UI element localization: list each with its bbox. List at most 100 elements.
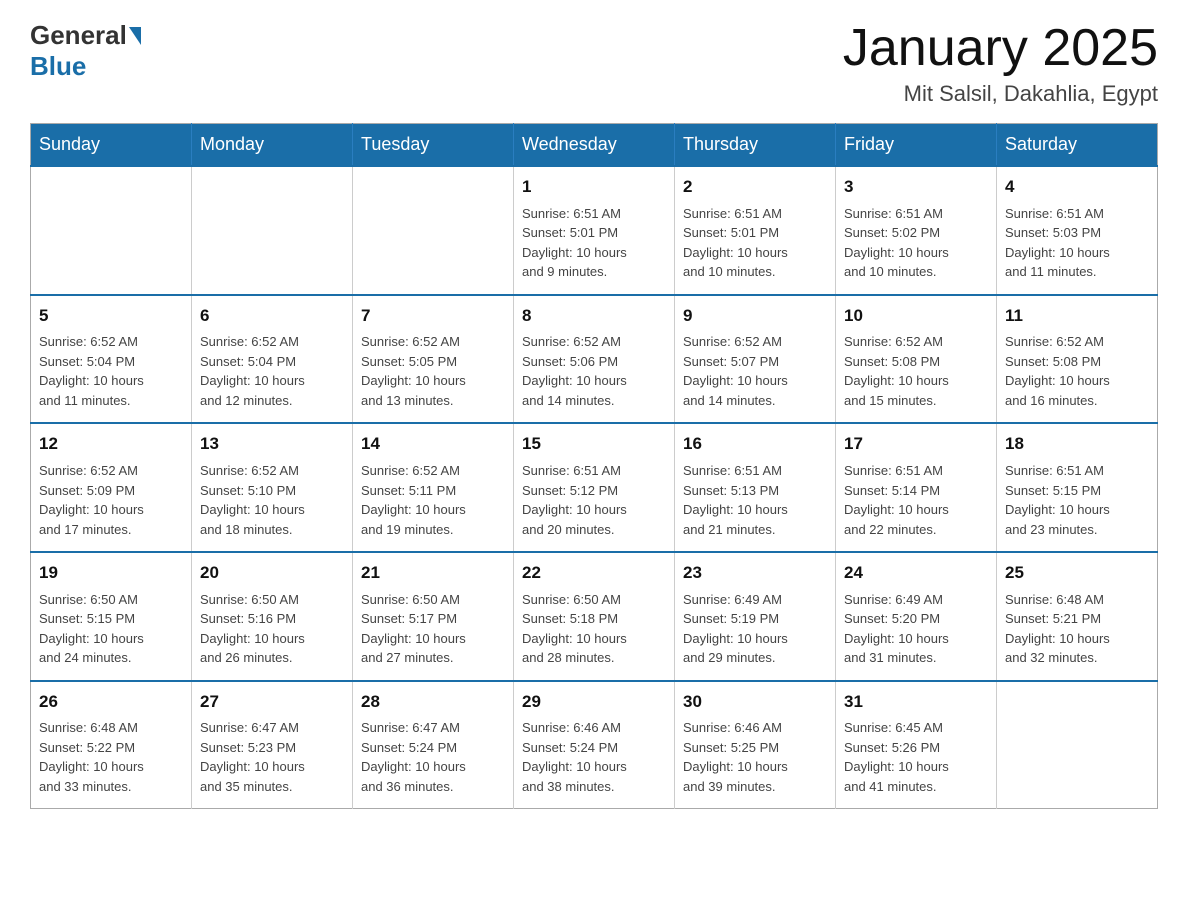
day-info: Sunrise: 6:52 AM Sunset: 5:11 PM Dayligh… — [361, 461, 505, 539]
day-number: 17 — [844, 432, 988, 457]
calendar-cell: 30 Sunrise: 6:46 AM Sunset: 5:25 PM Dayli… — [675, 681, 836, 809]
day-info: Sunrise: 6:48 AM Sunset: 5:21 PM Dayligh… — [1005, 590, 1149, 668]
day-number: 29 — [522, 690, 666, 715]
day-info: Sunrise: 6:51 AM Sunset: 5:01 PM Dayligh… — [522, 204, 666, 282]
calendar-week-row: 26Sunrise: 6:48 AM Sunset: 5:22 PM Dayli… — [31, 681, 1158, 809]
calendar-cell: 18 Sunrise: 6:51 AM Sunset: 5:15 PM Dayli… — [997, 423, 1158, 552]
calendar-cell — [31, 166, 192, 295]
day-info: Sunrise: 6:51 AM Sunset: 5:13 PM Dayligh… — [683, 461, 827, 539]
day-number: 7 — [361, 304, 505, 329]
calendar-cell: 9 Sunrise: 6:52 AM Sunset: 5:07 PM Daylig… — [675, 295, 836, 424]
day-number: 2 — [683, 175, 827, 200]
day-number: 22 — [522, 561, 666, 586]
day-number: 30 — [683, 690, 827, 715]
day-info: Sunrise: 6:48 AM Sunset: 5:22 PM Dayligh… — [39, 718, 183, 796]
weekday-header-friday: Friday — [836, 124, 997, 167]
day-number: 1 — [522, 175, 666, 200]
calendar-cell — [353, 166, 514, 295]
day-info: Sunrise: 6:52 AM Sunset: 5:04 PM Dayligh… — [200, 332, 344, 410]
calendar-cell: 31 Sunrise: 6:45 AM Sunset: 5:26 PM Dayli… — [836, 681, 997, 809]
weekday-header-tuesday: Tuesday — [353, 124, 514, 167]
month-title: January 2025 — [843, 20, 1158, 77]
day-info: Sunrise: 6:47 AM Sunset: 5:24 PM Dayligh… — [361, 718, 505, 796]
day-info: Sunrise: 6:50 AM Sunset: 5:17 PM Dayligh… — [361, 590, 505, 668]
day-info: Sunrise: 6:49 AM Sunset: 5:20 PM Dayligh… — [844, 590, 988, 668]
day-info: Sunrise: 6:52 AM Sunset: 5:08 PM Dayligh… — [844, 332, 988, 410]
calendar-cell: 19Sunrise: 6:50 AM Sunset: 5:15 PM Dayli… — [31, 552, 192, 681]
calendar-cell: 26Sunrise: 6:48 AM Sunset: 5:22 PM Dayli… — [31, 681, 192, 809]
day-info: Sunrise: 6:47 AM Sunset: 5:23 PM Dayligh… — [200, 718, 344, 796]
calendar-cell — [997, 681, 1158, 809]
day-info: Sunrise: 6:52 AM Sunset: 5:09 PM Dayligh… — [39, 461, 183, 539]
weekday-header-sunday: Sunday — [31, 124, 192, 167]
calendar-cell: 2 Sunrise: 6:51 AM Sunset: 5:01 PM Daylig… — [675, 166, 836, 295]
logo: General Blue — [30, 20, 143, 82]
calendar-cell: 4 Sunrise: 6:51 AM Sunset: 5:03 PM Daylig… — [997, 166, 1158, 295]
day-info: Sunrise: 6:51 AM Sunset: 5:14 PM Dayligh… — [844, 461, 988, 539]
calendar-cell — [192, 166, 353, 295]
calendar-cell: 20 Sunrise: 6:50 AM Sunset: 5:16 PM Dayli… — [192, 552, 353, 681]
calendar-header-row: SundayMondayTuesdayWednesdayThursdayFrid… — [31, 124, 1158, 167]
day-info: Sunrise: 6:52 AM Sunset: 5:08 PM Dayligh… — [1005, 332, 1149, 410]
day-info: Sunrise: 6:45 AM Sunset: 5:26 PM Dayligh… — [844, 718, 988, 796]
weekday-header-wednesday: Wednesday — [514, 124, 675, 167]
day-info: Sunrise: 6:51 AM Sunset: 5:03 PM Dayligh… — [1005, 204, 1149, 282]
day-number: 13 — [200, 432, 344, 457]
day-info: Sunrise: 6:46 AM Sunset: 5:25 PM Dayligh… — [683, 718, 827, 796]
calendar-cell: 10 Sunrise: 6:52 AM Sunset: 5:08 PM Dayli… — [836, 295, 997, 424]
calendar-cell: 13 Sunrise: 6:52 AM Sunset: 5:10 PM Dayli… — [192, 423, 353, 552]
day-number: 15 — [522, 432, 666, 457]
day-number: 27 — [200, 690, 344, 715]
logo-general-text: General — [30, 20, 127, 51]
calendar-cell: 16 Sunrise: 6:51 AM Sunset: 5:13 PM Dayli… — [675, 423, 836, 552]
day-info: Sunrise: 6:52 AM Sunset: 5:07 PM Dayligh… — [683, 332, 827, 410]
calendar-cell: 7 Sunrise: 6:52 AM Sunset: 5:05 PM Daylig… — [353, 295, 514, 424]
day-number: 18 — [1005, 432, 1149, 457]
day-number: 5 — [39, 304, 183, 329]
day-number: 16 — [683, 432, 827, 457]
calendar-week-row: 19Sunrise: 6:50 AM Sunset: 5:15 PM Dayli… — [31, 552, 1158, 681]
page-header: General Blue January 2025 Mit Salsil, Da… — [30, 20, 1158, 107]
calendar-cell: 29 Sunrise: 6:46 AM Sunset: 5:24 PM Dayli… — [514, 681, 675, 809]
calendar-cell: 23Sunrise: 6:49 AM Sunset: 5:19 PM Dayli… — [675, 552, 836, 681]
day-number: 10 — [844, 304, 988, 329]
calendar-week-row: 5 Sunrise: 6:52 AM Sunset: 5:04 PM Daylig… — [31, 295, 1158, 424]
day-info: Sunrise: 6:49 AM Sunset: 5:19 PM Dayligh… — [683, 590, 827, 668]
title-block: January 2025 Mit Salsil, Dakahlia, Egypt — [843, 20, 1158, 107]
day-info: Sunrise: 6:51 AM Sunset: 5:01 PM Dayligh… — [683, 204, 827, 282]
day-info: Sunrise: 6:52 AM Sunset: 5:05 PM Dayligh… — [361, 332, 505, 410]
day-info: Sunrise: 6:52 AM Sunset: 5:06 PM Dayligh… — [522, 332, 666, 410]
day-number: 9 — [683, 304, 827, 329]
calendar-cell: 14Sunrise: 6:52 AM Sunset: 5:11 PM Dayli… — [353, 423, 514, 552]
day-number: 31 — [844, 690, 988, 715]
calendar-cell: 27 Sunrise: 6:47 AM Sunset: 5:23 PM Dayli… — [192, 681, 353, 809]
day-info: Sunrise: 6:46 AM Sunset: 5:24 PM Dayligh… — [522, 718, 666, 796]
logo-arrow-icon — [129, 27, 141, 45]
calendar-table: SundayMondayTuesdayWednesdayThursdayFrid… — [30, 123, 1158, 809]
day-info: Sunrise: 6:52 AM Sunset: 5:10 PM Dayligh… — [200, 461, 344, 539]
day-info: Sunrise: 6:50 AM Sunset: 5:16 PM Dayligh… — [200, 590, 344, 668]
weekday-header-saturday: Saturday — [997, 124, 1158, 167]
calendar-cell: 11 Sunrise: 6:52 AM Sunset: 5:08 PM Dayli… — [997, 295, 1158, 424]
calendar-week-row: 1 Sunrise: 6:51 AM Sunset: 5:01 PM Daylig… — [31, 166, 1158, 295]
day-number: 21 — [361, 561, 505, 586]
day-info: Sunrise: 6:51 AM Sunset: 5:12 PM Dayligh… — [522, 461, 666, 539]
day-number: 11 — [1005, 304, 1149, 329]
day-number: 20 — [200, 561, 344, 586]
calendar-cell: 1 Sunrise: 6:51 AM Sunset: 5:01 PM Daylig… — [514, 166, 675, 295]
day-number: 24 — [844, 561, 988, 586]
calendar-cell: 22 Sunrise: 6:50 AM Sunset: 5:18 PM Dayli… — [514, 552, 675, 681]
calendar-cell: 15 Sunrise: 6:51 AM Sunset: 5:12 PM Dayli… — [514, 423, 675, 552]
day-info: Sunrise: 6:51 AM Sunset: 5:02 PM Dayligh… — [844, 204, 988, 282]
calendar-cell: 25 Sunrise: 6:48 AM Sunset: 5:21 PM Dayli… — [997, 552, 1158, 681]
day-number: 25 — [1005, 561, 1149, 586]
day-info: Sunrise: 6:50 AM Sunset: 5:18 PM Dayligh… — [522, 590, 666, 668]
day-number: 4 — [1005, 175, 1149, 200]
day-number: 28 — [361, 690, 505, 715]
location-subtitle: Mit Salsil, Dakahlia, Egypt — [843, 81, 1158, 107]
calendar-cell: 8Sunrise: 6:52 AM Sunset: 5:06 PM Daylig… — [514, 295, 675, 424]
day-info: Sunrise: 6:51 AM Sunset: 5:15 PM Dayligh… — [1005, 461, 1149, 539]
calendar-cell: 5Sunrise: 6:52 AM Sunset: 5:04 PM Daylig… — [31, 295, 192, 424]
day-info: Sunrise: 6:50 AM Sunset: 5:15 PM Dayligh… — [39, 590, 183, 668]
calendar-cell: 3Sunrise: 6:51 AM Sunset: 5:02 PM Daylig… — [836, 166, 997, 295]
